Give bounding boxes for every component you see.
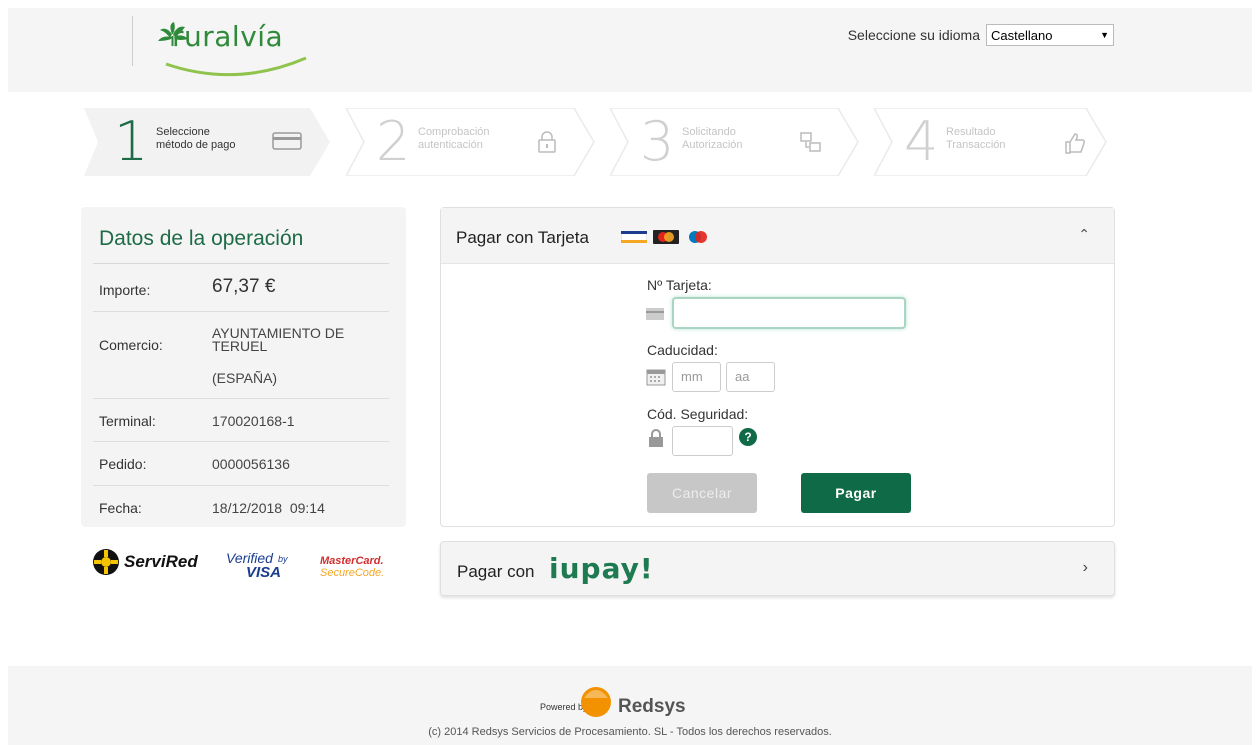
operation-data-panel: Datos de la operación Importe: 67,37 € C… <box>81 207 406 527</box>
merchant-row: Comercio: AYUNTAMIENTO DE TERUEL (ESPAÑA… <box>93 312 389 399</box>
verified-visa-text: VISA <box>246 564 282 581</box>
merchant-value-line3: (ESPAÑA) <box>212 370 278 386</box>
visa-card-icon <box>621 231 647 243</box>
step-3-number: 3 <box>640 110 675 173</box>
redsys-logo-icon <box>581 687 611 717</box>
verified-by-visa-logo: Verified by VISA <box>226 550 288 586</box>
step-4-number: 4 <box>904 110 939 173</box>
step-4-label: Resultado Transacción <box>946 126 1056 152</box>
dropdown-arrow-icon: ▼ <box>1100 30 1109 40</box>
footer: Powered by Redsys (c) 2014 Redsys Servic… <box>8 666 1252 745</box>
card-number-icon <box>646 308 664 320</box>
merchant-label: Comercio: <box>99 337 163 353</box>
lock-icon <box>538 131 556 153</box>
verified-by-text: by <box>278 554 288 564</box>
merchant-value-line2: TERUEL <box>212 338 268 354</box>
collapse-chevron-icon[interactable]: ⌃ <box>1078 226 1090 243</box>
expiry-year-input[interactable]: aa <box>726 362 775 392</box>
servired-text: ServiRed <box>124 552 198 571</box>
maestro-icon <box>689 231 707 243</box>
security-code-label: Cód. Seguridad: <box>647 406 749 422</box>
order-value: 0000056136 <box>212 456 290 472</box>
terminal-row: Terminal: 170020168-1 <box>93 399 389 442</box>
transfer-icon <box>800 132 821 152</box>
card-number-label: Nº Tarjeta: <box>647 277 712 293</box>
servired-emblem-icon <box>93 549 119 575</box>
logo-divider <box>132 16 133 66</box>
mastercard-text: MasterCard. <box>320 555 384 567</box>
iupay-title: Pagar con <box>457 562 535 581</box>
iupay-logo: iupay! <box>549 552 654 585</box>
language-selector: Seleccione su idioma Castellano ▼ <box>848 24 1114 46</box>
security-code-input[interactable] <box>672 426 733 456</box>
order-label: Pedido: <box>99 456 147 472</box>
card-payment-title: Pagar con Tarjeta <box>456 228 589 247</box>
progress-steps: 1 Seleccione método de pago 2 Comprobaci… <box>84 108 1114 176</box>
expiry-label: Caducidad: <box>647 342 718 358</box>
credit-card-icon <box>272 132 302 150</box>
header: ruralvía Seleccione su idioma Castellano… <box>8 8 1252 92</box>
terminal-label: Terminal: <box>99 413 156 429</box>
date-row: Fecha: 18/12/2018 09:14 <box>93 486 389 527</box>
copyright-text: (c) 2014 Redsys Servicios de Procesamien… <box>428 726 832 738</box>
card-number-input[interactable] <box>672 297 906 329</box>
step-1-label: Seleccione método de pago <box>156 126 266 152</box>
step-3-label-line1: Solicitando <box>682 126 736 138</box>
cancel-button[interactable]: Cancelar <box>647 473 757 513</box>
step-2-label: Comprobación autenticación <box>418 126 528 152</box>
logo-text: ruralvía <box>172 20 284 53</box>
amount-row: Importe: 67,37 € <box>93 264 389 312</box>
securecode-text: SecureCode. <box>320 567 385 579</box>
step-2-number: 2 <box>376 110 411 173</box>
date-label: Fecha: <box>99 500 142 516</box>
card-payment-panel: Pagar con Tarjeta ⌃ Nº Tarjeta: Caducida… <box>440 207 1115 527</box>
step-2-label-line1: Comprobación <box>418 126 490 138</box>
step-3-label-line2: Autorización <box>682 139 743 151</box>
step-4: 4 Resultado Transacción <box>874 108 1142 176</box>
redsys-text: Redsys <box>618 696 686 717</box>
amount-value: 67,37 € <box>212 276 276 297</box>
step-1-number: 1 <box>114 110 149 173</box>
terminal-value: 170020168-1 <box>212 413 295 429</box>
step-3-label: Solicitando Autorización <box>682 126 792 152</box>
card-payment-header[interactable]: Pagar con Tarjeta ⌃ <box>441 208 1114 264</box>
step-4-label-line2: Transacción <box>946 139 1006 151</box>
language-label: Seleccione su idioma <box>847 27 980 43</box>
help-icon[interactable]: ? <box>739 428 757 446</box>
language-select[interactable]: Castellano ▼ <box>986 24 1114 46</box>
calendar-icon <box>646 369 666 386</box>
step-1: 1 Seleccione método de pago <box>84 108 352 176</box>
pay-button[interactable]: Pagar <box>801 473 911 513</box>
padlock-icon <box>649 429 663 447</box>
step-4-label-line1: Resultado <box>946 126 996 138</box>
step-2: 2 Comprobación autenticación <box>346 108 614 176</box>
amount-label: Importe: <box>99 282 151 298</box>
expand-chevron-icon[interactable]: › <box>1083 559 1088 577</box>
step-3: 3 Solicitando Autorización <box>610 108 878 176</box>
language-selected-value: Castellano <box>991 27 1053 43</box>
iupay-payment-panel[interactable]: Pagar con iupay! › <box>440 541 1115 596</box>
order-row: Pedido: 0000056136 <box>93 442 389 486</box>
operation-data-title: Datos de la operación <box>99 227 304 250</box>
step-1-label-line2: método de pago <box>156 139 236 151</box>
step-1-label-line1: Seleccione <box>156 126 210 138</box>
step-2-label-line2: autenticación <box>418 139 483 151</box>
date-value: 18/12/2018 09:14 <box>212 500 325 516</box>
mastercard-icon <box>653 230 679 244</box>
thumbs-up-icon <box>1065 133 1086 154</box>
expiry-month-input[interactable]: mm <box>672 362 721 392</box>
card-brand-logos <box>621 230 711 244</box>
